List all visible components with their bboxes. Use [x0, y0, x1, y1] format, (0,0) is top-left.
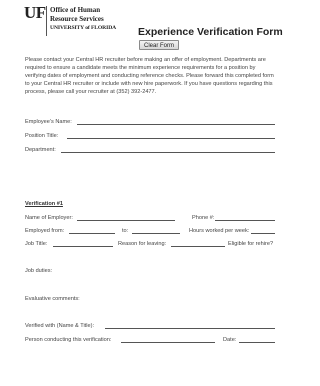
- clear-form-button[interactable]: Clear Form: [139, 40, 179, 50]
- job-title-field[interactable]: [53, 246, 113, 247]
- job-title-label: Job Title:: [25, 241, 48, 247]
- reason-for-leaving-field[interactable]: [171, 246, 225, 247]
- job-duties-row: Job duties:: [25, 267, 275, 275]
- person-conducting-label: Person conducting this verification:: [25, 337, 112, 343]
- evaluative-comments-label: Evaluative comments:: [25, 296, 80, 302]
- employed-to-label: to:: [122, 228, 129, 234]
- phone-field[interactable]: [215, 220, 275, 221]
- person-conducting-row: Person conducting this verification: Dat…: [25, 336, 275, 344]
- employed-to-field[interactable]: [132, 233, 180, 234]
- verified-with-row: Verified with (Name & Title):: [25, 322, 275, 330]
- department-field[interactable]: [61, 152, 275, 153]
- verified-with-field[interactable]: [105, 328, 275, 329]
- employed-dates-row: Employed from: to: Hours worked per week…: [25, 227, 275, 235]
- position-title-row: Position Title:: [25, 132, 275, 140]
- employed-from-label: Employed from:: [25, 228, 65, 234]
- position-title-label: Position Title:: [25, 133, 59, 139]
- logo-university-line: UNIVERSITY of FLORIDA: [50, 25, 117, 31]
- uf-hr-logo: UF Office of Human Resource Services UNI…: [24, 4, 120, 50]
- form-title: Experience Verification Form: [138, 26, 283, 38]
- verification-heading: Verification #1: [25, 201, 63, 207]
- employer-field[interactable]: [77, 220, 175, 221]
- department-row: Department:: [25, 146, 275, 154]
- document-page: UF Office of Human Resource Services UNI…: [0, 0, 298, 386]
- reason-for-leaving-label: Reason for leaving:: [118, 241, 167, 247]
- uf-logo-mark: UF: [24, 3, 46, 22]
- intro-paragraph: Please contact your Central HR recruiter…: [25, 57, 274, 96]
- logo-services-line: Resource Services: [50, 15, 104, 23]
- employee-name-field[interactable]: [77, 124, 275, 125]
- date-label: Date:: [223, 337, 237, 343]
- hours-per-week-field[interactable]: [251, 233, 275, 234]
- evaluative-comments-row: Evaluative comments:: [25, 295, 275, 303]
- hours-per-week-label: Hours worked per week:: [189, 228, 250, 234]
- job-title-row: Job Title: Reason for leaving: Eligible …: [25, 240, 275, 248]
- logo-office-line: Office of Human: [50, 6, 101, 14]
- logo-divider: [46, 6, 47, 36]
- employee-name-label: Employee’s Name:: [25, 119, 72, 125]
- verified-with-label: Verified with (Name & Title):: [25, 323, 95, 329]
- date-field[interactable]: [239, 342, 275, 343]
- person-conducting-field[interactable]: [121, 342, 215, 343]
- employee-name-row: Employee’s Name:: [25, 118, 275, 126]
- employer-label: Name of Employer:: [25, 215, 73, 221]
- department-label: Department:: [25, 147, 56, 153]
- eligible-rehire-label: Eligible for rehire?: [228, 241, 274, 247]
- job-duties-label: Job duties:: [25, 268, 53, 274]
- position-title-field[interactable]: [67, 138, 275, 139]
- employer-row: Name of Employer: Phone #:: [25, 214, 275, 222]
- employed-from-field[interactable]: [69, 233, 115, 234]
- phone-label: Phone #:: [192, 215, 215, 221]
